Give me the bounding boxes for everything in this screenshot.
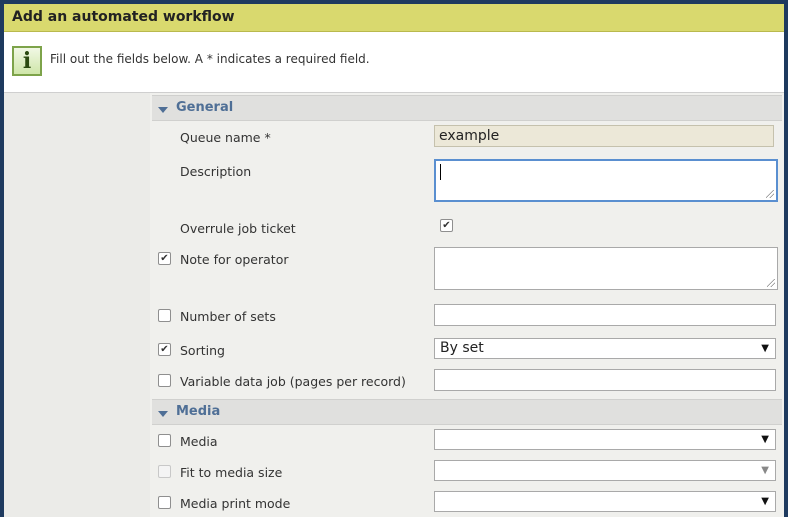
section-header-media[interactable]: Media (152, 399, 782, 425)
info-bar: i Fill out the fields below. A * indicat… (4, 32, 784, 93)
add-workflow-dialog: Add an automated workflow i Fill out the… (4, 4, 784, 517)
section-label-media: Media (176, 404, 221, 419)
chevron-down-icon: ▼ (761, 343, 769, 354)
variable-data-job-checkbox[interactable] (158, 374, 171, 387)
caret-down-icon (158, 411, 168, 417)
fit-to-media-size-label: Fit to media size (180, 465, 283, 480)
fit-to-media-size-select: ▼ (434, 460, 776, 481)
media-label: Media (180, 434, 218, 449)
chevron-down-icon: ▼ (761, 465, 769, 476)
sorting-label: Sorting (180, 343, 225, 358)
info-message: Fill out the fields below. A * indicates… (50, 52, 370, 66)
text-cursor (440, 164, 441, 180)
sorting-checkbox[interactable]: ✔ (158, 343, 171, 356)
media-print-mode-checkbox[interactable] (158, 496, 171, 509)
variable-data-job-input[interactable] (434, 369, 776, 391)
note-for-operator-checkbox[interactable]: ✔ (158, 252, 171, 265)
description-label: Description (180, 164, 252, 179)
queue-name-input[interactable]: example (434, 125, 774, 147)
number-of-sets-label: Number of sets (180, 309, 276, 324)
overrule-job-ticket-label: Overrule job ticket (180, 221, 296, 236)
queue-name-label: Queue name * (180, 130, 271, 145)
variable-data-job-label: Variable data job (pages per record) (180, 374, 406, 389)
left-pane (4, 93, 150, 517)
dialog-titlebar: Add an automated workflow (4, 4, 784, 32)
chevron-down-icon: ▼ (761, 434, 769, 445)
description-textarea[interactable] (434, 159, 778, 202)
media-checkbox[interactable] (158, 434, 171, 447)
media-select[interactable]: ▼ (434, 429, 776, 450)
chevron-down-icon: ▼ (761, 496, 769, 507)
section-label-general: General (176, 100, 234, 115)
caret-down-icon (158, 107, 168, 113)
resize-grip-icon[interactable] (766, 190, 774, 198)
media-print-mode-select[interactable]: ▼ (434, 491, 776, 512)
media-print-mode-label: Media print mode (180, 496, 291, 511)
overrule-job-ticket-checkbox[interactable]: ✔ (440, 219, 453, 232)
note-for-operator-label: Note for operator (180, 252, 289, 267)
number-of-sets-checkbox[interactable] (158, 309, 171, 322)
section-header-general[interactable]: General (152, 95, 782, 121)
resize-grip-icon[interactable] (767, 279, 775, 287)
fit-to-media-size-checkbox (158, 465, 171, 478)
dialog-title: Add an automated workflow (12, 9, 235, 25)
info-icon: i (12, 46, 42, 76)
sorting-select-value: By set (440, 340, 484, 356)
sorting-select[interactable]: By set ▼ (434, 338, 776, 359)
note-for-operator-textarea[interactable] (434, 247, 778, 290)
number-of-sets-input[interactable] (434, 304, 776, 326)
